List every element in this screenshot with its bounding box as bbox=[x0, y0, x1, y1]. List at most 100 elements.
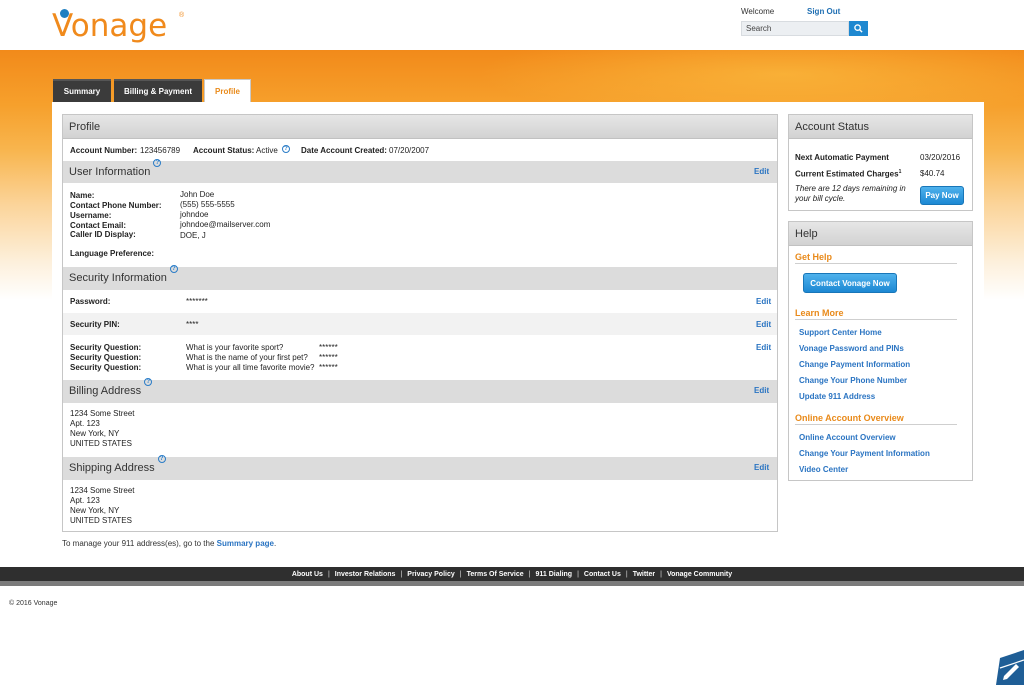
next-payment-label: Next Automatic Payment bbox=[795, 153, 889, 162]
logo-registered-mark: ® bbox=[179, 12, 185, 19]
sign-out-link[interactable]: Sign Out bbox=[807, 7, 840, 16]
footer-nav: About Us | Investor Relations | Privacy Po… bbox=[0, 567, 1024, 586]
help-title: Help bbox=[789, 222, 972, 246]
footer-link-vonage-community[interactable]: Vonage Community bbox=[667, 571, 732, 578]
search-button[interactable] bbox=[849, 21, 868, 36]
learn-more-heading: Learn More bbox=[795, 308, 957, 320]
search-input[interactable] bbox=[741, 21, 849, 36]
logo-wordmark: Vonage bbox=[52, 8, 168, 44]
summary-page-link[interactable]: Summary page bbox=[217, 539, 274, 548]
billing-address-line-3: New York, NY bbox=[70, 429, 120, 438]
logo-dot bbox=[60, 9, 69, 18]
pay-now-button[interactable]: Pay Now bbox=[920, 186, 964, 205]
footer-link-contact-us[interactable]: Contact Us bbox=[584, 571, 621, 578]
shipping-address-line-1: 1234 Some Street bbox=[70, 486, 135, 495]
security-question-label-2: Security Question: bbox=[70, 353, 142, 362]
tab-summary[interactable]: Summary bbox=[53, 79, 111, 102]
security-question-label-3: Security Question: bbox=[70, 363, 142, 372]
account-status-help-icon[interactable]: ? bbox=[282, 145, 290, 153]
security-information-help-icon[interactable]: ? bbox=[169, 265, 178, 273]
footer-link-privacy-policy[interactable]: Privacy Policy bbox=[407, 571, 454, 578]
caller-id-value: DOE, J bbox=[180, 231, 206, 240]
billing-address-block: 1234 Some Street Apt. 123 New York, NY U… bbox=[70, 409, 134, 449]
username-value: johndoe bbox=[180, 210, 209, 219]
account-status-title: Account Status bbox=[789, 115, 972, 139]
help-link-video-center[interactable]: Video Center bbox=[799, 465, 848, 474]
tab-billing-payment[interactable]: Billing & Payment bbox=[114, 79, 202, 102]
billing-address-line-2: Apt. 123 bbox=[70, 419, 100, 428]
help-link-online-overview[interactable]: Online Account Overview bbox=[799, 433, 896, 442]
feedback-pencil-icon bbox=[996, 650, 1024, 685]
footer-link-about-us[interactable]: About Us bbox=[292, 571, 323, 578]
shipping-address-help-icon[interactable]: ? bbox=[157, 455, 166, 463]
billing-address-line-4: UNITED STATES bbox=[70, 439, 132, 448]
footer-link-investor-relations[interactable]: Investor Relations bbox=[335, 571, 396, 578]
next-payment-date: 03/20/2016 bbox=[920, 153, 961, 162]
profile-title: Profile bbox=[63, 115, 777, 139]
account-status-value: Active bbox=[256, 146, 278, 155]
password-value: ******* bbox=[186, 297, 208, 306]
security-pin-label: Security PIN: bbox=[70, 320, 120, 329]
manage-911-period: . bbox=[273, 539, 277, 548]
shipping-address-edit-link[interactable]: Edit bbox=[754, 463, 769, 472]
security-answer-2: ****** bbox=[319, 353, 338, 362]
footer-link-twitter[interactable]: Twitter bbox=[633, 571, 655, 578]
help-link-support-center[interactable]: Support Center Home bbox=[799, 328, 882, 337]
language-preference-label: Language Preference: bbox=[70, 249, 155, 258]
security-questions-edit-link[interactable]: Edit bbox=[756, 343, 771, 352]
name-label: Name: bbox=[70, 191, 95, 200]
security-question-1: What is your favorite sport? bbox=[186, 343, 284, 352]
help-panel: Help Get Help Contact Vonage Now Learn M… bbox=[788, 221, 973, 481]
bill-cycle-note: There are 12 days remaining in your bill… bbox=[795, 184, 906, 203]
account-status-label: Account Status: bbox=[193, 146, 255, 155]
contact-phone-label: Contact Phone Number: bbox=[70, 201, 162, 210]
tab-profile[interactable]: Profile bbox=[204, 79, 251, 103]
user-information-help-icon[interactable]: ? bbox=[153, 159, 162, 167]
security-answer-1: ****** bbox=[319, 343, 338, 352]
contact-vonage-button[interactable]: Contact Vonage Now bbox=[803, 273, 897, 293]
security-information-title: Security Information bbox=[69, 272, 167, 284]
feedback-widget[interactable] bbox=[996, 648, 1024, 685]
help-link-change-payment[interactable]: Change Payment Information bbox=[799, 360, 910, 369]
security-question-label-1: Security Question: bbox=[70, 343, 142, 352]
welcome-text: Welcome bbox=[741, 7, 775, 16]
search-icon bbox=[854, 24, 863, 33]
user-information-edit-link[interactable]: Edit bbox=[754, 167, 769, 176]
manage-911-text: To manage your 911 address(es), go to th… bbox=[62, 539, 215, 548]
billing-address-header: Billing Address? bbox=[63, 378, 777, 403]
security-answer-3: ****** bbox=[319, 363, 338, 372]
security-pin-value: **** bbox=[186, 320, 199, 329]
shipping-address-line-2: Apt. 123 bbox=[70, 496, 100, 505]
user-information-header: User Information? bbox=[63, 159, 777, 183]
billing-address-edit-link[interactable]: Edit bbox=[754, 386, 769, 395]
billing-address-title: Billing Address bbox=[69, 385, 142, 397]
help-link-update-911[interactable]: Update 911 Address bbox=[799, 392, 875, 401]
shipping-address-block: 1234 Some Street Apt. 123 New York, NY U… bbox=[70, 486, 134, 526]
name-value: John Doe bbox=[180, 190, 215, 199]
account-number-value: 123456789 bbox=[140, 146, 181, 155]
copyright-text: © 2016 Vonage bbox=[9, 600, 58, 607]
help-link-password-pins[interactable]: Vonage Password and PINs bbox=[799, 344, 904, 353]
help-link-change-phone[interactable]: Change Your Phone Number bbox=[799, 376, 907, 385]
contact-email-value: johndoe@mailserver.com bbox=[180, 220, 271, 229]
account-status-panel: Account Status Next Automatic Payment 03… bbox=[788, 114, 973, 211]
billing-address-line-1: 1234 Some Street bbox=[70, 409, 135, 418]
online-account-overview-heading: Online Account Overview bbox=[795, 413, 957, 425]
help-link-change-payment-info[interactable]: Change Your Payment Information bbox=[799, 449, 930, 458]
billing-address-help-icon[interactable]: ? bbox=[144, 378, 153, 386]
user-information-title: User Information bbox=[69, 166, 151, 178]
date-created-label: Date Account Created: bbox=[301, 146, 387, 155]
shipping-address-header: Shipping Address? bbox=[63, 455, 777, 480]
shipping-address-title: Shipping Address bbox=[69, 462, 155, 474]
security-pin-edit-link[interactable]: Edit bbox=[756, 320, 771, 329]
get-help-heading: Get Help bbox=[795, 252, 957, 264]
footer-link-terms-of-service[interactable]: Terms Of Service bbox=[467, 571, 524, 578]
security-question-2: What is the name of your first pet? bbox=[186, 353, 308, 362]
manage-911-note: To manage your 911 address(es), go to th… bbox=[62, 539, 276, 548]
security-question-3: What is your all time favorite movie? bbox=[186, 363, 315, 372]
footer-link-911-dialing[interactable]: 911 Dialing bbox=[536, 571, 573, 578]
password-edit-link[interactable]: Edit bbox=[756, 297, 771, 306]
estimated-charges-value: $40.74 bbox=[920, 169, 945, 178]
username-label: Username: bbox=[70, 211, 112, 220]
security-information-header: Security Information? bbox=[63, 265, 777, 290]
